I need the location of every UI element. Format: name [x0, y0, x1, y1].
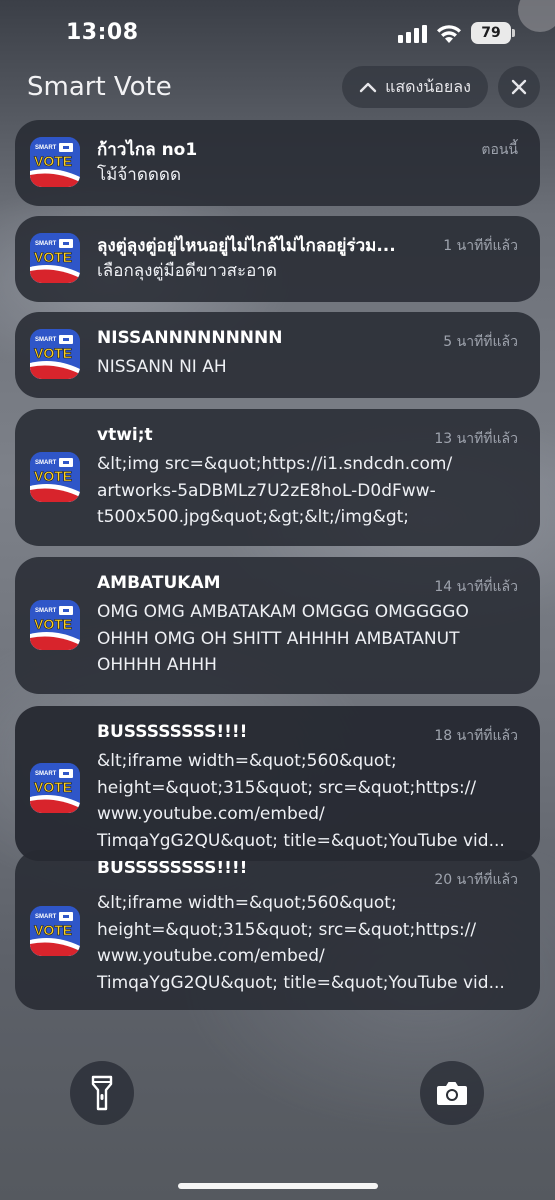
home-indicator[interactable]: [178, 1183, 378, 1189]
notification-title: NISSANNNNNNNNN: [97, 328, 283, 348]
notification-title: BUSSSSSSSS!!!!: [97, 722, 248, 742]
notification-card[interactable]: SMART VOTE ลุงตู่ลุงตู่อยู่ไหนอยู่ไม่ไกล้…: [15, 216, 540, 302]
notification-time: 1 นาทีที่แล้ว: [443, 238, 518, 254]
notification-body: เลือกลุงตู่มือดีขาวสะอาด: [97, 261, 277, 281]
cellular-signal-icon: [398, 25, 427, 43]
chevron-up-icon: [359, 82, 377, 93]
notification-time: 20 นาทีที่แล้ว: [434, 872, 518, 888]
app-icon: SMART VOTE: [30, 329, 80, 379]
group-app-name: Smart Vote: [27, 72, 172, 102]
svg-text:SMART: SMART: [35, 771, 57, 777]
flashlight-icon: [91, 1075, 113, 1111]
svg-text:VOTE: VOTE: [34, 616, 72, 632]
svg-text:VOTE: VOTE: [34, 249, 72, 265]
notification-card[interactable]: SMART VOTE AMBATUKAM 14 นาทีที่แล้ว OMG O…: [15, 557, 540, 694]
notification-card[interactable]: SMART VOTE NISSANNNNNNNNN 5 นาทีที่แล้ว N…: [15, 312, 540, 398]
notification-card[interactable]: SMART VOTE ก้าวไกล no1 ตอนนี้ โม้จ้าดดดด: [15, 120, 540, 206]
svg-text:SMART: SMART: [35, 241, 57, 247]
notification-title: ลุงตู่ลุงตู่อยู่ไหนอยู่ไม่ไกล้ไม่ไกลอยู่…: [97, 236, 396, 256]
notification-body: OMG OMG AMBATAKAM OMGGG OMGGGGO OHHH OMG…: [97, 602, 469, 675]
notification-title: AMBATUKAM: [97, 573, 221, 593]
app-icon: SMART VOTE: [30, 452, 80, 502]
svg-text:VOTE: VOTE: [34, 779, 72, 795]
notification-time: 5 นาทีที่แล้ว: [443, 334, 518, 350]
assistive-touch-dot[interactable]: [518, 0, 555, 32]
notification-group-header: Smart Vote แสดงน้อยลง: [0, 62, 555, 114]
wifi-icon: [437, 25, 461, 43]
app-icon: SMART VOTE: [30, 600, 80, 650]
notification-card[interactable]: SMART VOTE BUSSSSSSSS!!!! 18 นาทีที่แล้ว …: [15, 706, 540, 861]
battery-indicator: 79: [471, 22, 511, 44]
flashlight-button[interactable]: [70, 1061, 134, 1125]
status-time: 13:08: [66, 20, 139, 45]
show-less-button[interactable]: แสดงน้อยลง: [342, 66, 488, 108]
notification-title: ก้าวไกล no1: [97, 140, 198, 160]
notification-body: &lt;iframe width=&quot;560&quot; height=…: [97, 893, 505, 993]
notification-body: โม้จ้าดดดด: [97, 165, 182, 185]
show-less-label: แสดงน้อยลง: [385, 76, 471, 96]
notification-title: vtwi;t: [97, 425, 153, 445]
notification-time: 14 นาทีที่แล้ว: [434, 579, 518, 595]
svg-text:VOTE: VOTE: [34, 345, 72, 361]
status-bar: 13:08 79: [0, 0, 555, 62]
notification-card[interactable]: SMART VOTE vtwi;t 13 นาทีที่แล้ว &lt;img …: [15, 409, 540, 546]
app-icon: SMART VOTE: [30, 906, 80, 956]
camera-button[interactable]: [420, 1061, 484, 1125]
svg-text:SMART: SMART: [35, 914, 57, 920]
notification-time: ตอนนี้: [481, 142, 518, 158]
svg-text:SMART: SMART: [35, 145, 57, 151]
clear-group-button[interactable]: [498, 66, 540, 108]
svg-text:VOTE: VOTE: [34, 922, 72, 938]
svg-text:SMART: SMART: [35, 460, 57, 466]
battery-nub: [512, 29, 515, 37]
notification-title: BUSSSSSSSS!!!!: [97, 858, 248, 878]
svg-text:SMART: SMART: [35, 608, 57, 614]
close-icon: [511, 79, 527, 95]
svg-text:VOTE: VOTE: [34, 153, 72, 169]
notification-time: 18 นาทีที่แล้ว: [434, 728, 518, 744]
svg-text:SMART: SMART: [35, 337, 57, 343]
notification-time: 13 นาทีที่แล้ว: [434, 431, 518, 447]
app-icon: SMART VOTE: [30, 233, 80, 283]
app-icon: SMART VOTE: [30, 763, 80, 813]
camera-icon: [437, 1082, 467, 1105]
notification-body: NISSANN NI AH: [97, 357, 227, 377]
notification-card[interactable]: SMART VOTE BUSSSSSSSS!!!! 20 นาทีที่แล้ว …: [15, 850, 540, 1010]
notification-body: &lt;iframe width=&quot;560&quot; height=…: [97, 751, 505, 851]
app-icon: SMART VOTE: [30, 137, 80, 187]
notification-body: &lt;img src=&quot;https://i1.sndcdn.com/…: [97, 454, 453, 527]
svg-text:VOTE: VOTE: [34, 468, 72, 484]
